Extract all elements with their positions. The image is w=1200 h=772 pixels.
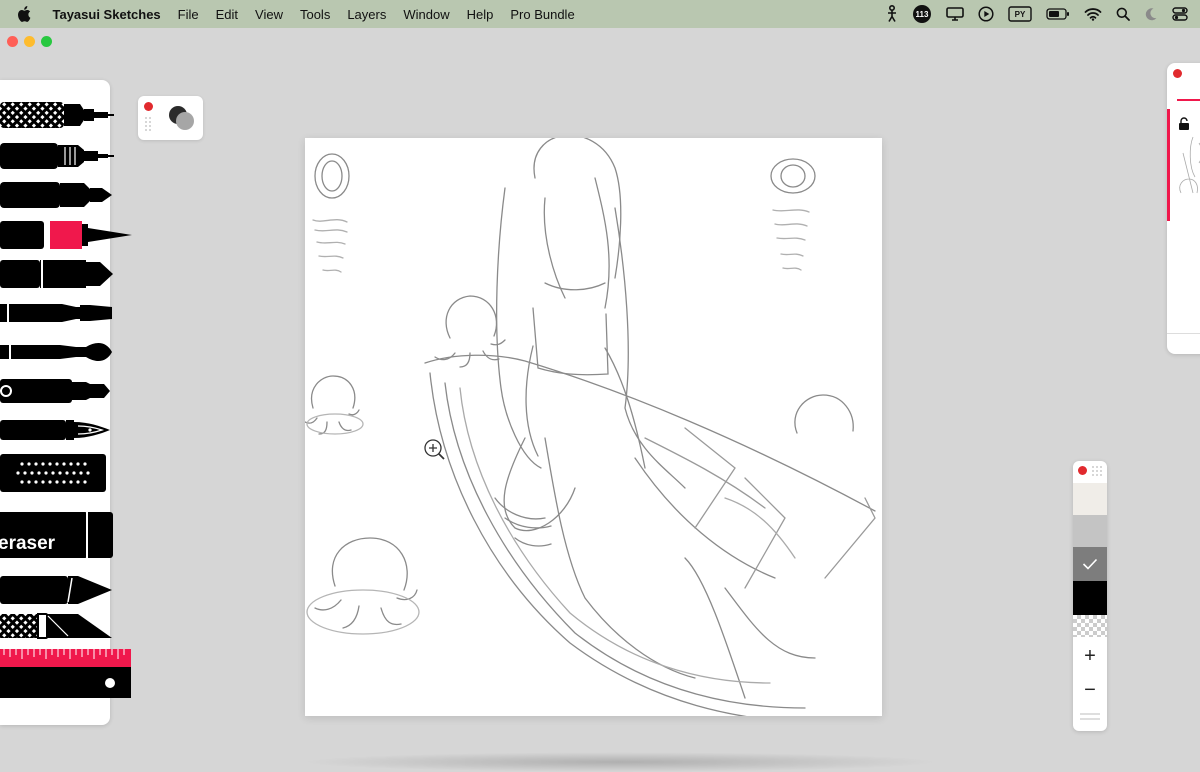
ruler-tool[interactable] — [0, 649, 132, 699]
spray-tool[interactable] — [0, 454, 115, 494]
eraser-tool[interactable]: eraser — [0, 512, 114, 558]
secondary-color-swatch[interactable] — [176, 112, 194, 130]
lock-icon — [1179, 117, 1189, 130]
play-circle-icon[interactable] — [978, 0, 994, 28]
swatch-mid-gray[interactable] — [1073, 547, 1107, 581]
pencil-tool[interactable] — [0, 376, 115, 406]
menu-bar: Tayasui Sketches File Edit View Tools La… — [0, 0, 1200, 28]
layers-accent-dot — [1173, 69, 1182, 78]
stick-figure-icon[interactable] — [886, 0, 898, 28]
drawing-canvas[interactable] — [304, 134, 882, 724]
cutter-tool[interactable] — [0, 612, 115, 640]
menu-tools[interactable]: Tools — [291, 7, 338, 22]
swatch-black[interactable] — [1073, 581, 1107, 615]
menu-app-name[interactable]: Tayasui Sketches — [44, 7, 169, 22]
apple-logo-icon[interactable] — [16, 6, 32, 22]
felt-pen-tool[interactable] — [0, 179, 115, 211]
layers-panel — [1167, 63, 1200, 354]
swatch-cream[interactable] — [1073, 483, 1107, 515]
crayon-tool[interactable] — [0, 574, 115, 606]
badge-icon[interactable]: 113 — [912, 0, 932, 28]
layers-top-bar — [1177, 99, 1200, 101]
search-icon[interactable] — [1116, 0, 1130, 28]
fountain-pen-tool[interactable] — [0, 415, 115, 445]
checkmark-icon — [1082, 558, 1098, 570]
tool-panel: eraser — [0, 80, 132, 725]
wifi-icon[interactable] — [1084, 0, 1102, 28]
brush-pen-tool[interactable] — [0, 218, 135, 252]
menu-help[interactable]: Help — [458, 7, 502, 22]
marker-tool[interactable] — [0, 258, 115, 290]
layer-thumbnail[interactable] — [1167, 109, 1200, 221]
add-color-label: + — [1084, 644, 1096, 667]
menu-view[interactable]: View — [247, 7, 292, 22]
paint-brush-tool[interactable] — [0, 298, 115, 328]
palette-accent-dot — [1078, 466, 1087, 475]
battery-icon[interactable] — [1046, 0, 1070, 28]
menu-edit[interactable]: Edit — [207, 7, 246, 22]
window-zoom-button[interactable] — [41, 36, 52, 47]
control-center-icon[interactable] — [1172, 0, 1188, 28]
add-color-button[interactable]: + — [1073, 639, 1107, 673]
swatch-light-gray[interactable] — [1073, 515, 1107, 547]
layer-selected-indicator — [1167, 109, 1170, 221]
accent-dot — [144, 102, 153, 111]
canvas-shadow — [300, 752, 940, 772]
display-icon[interactable] — [946, 0, 964, 28]
py-label: PY — [1014, 9, 1026, 19]
remove-color-button[interactable]: − — [1073, 673, 1107, 707]
color-palette: + − — [1073, 461, 1107, 731]
palette-handle-icon[interactable] — [1079, 711, 1101, 723]
menu-window[interactable]: Window — [395, 7, 458, 22]
moon-icon[interactable] — [1144, 0, 1158, 28]
layers-divider — [1167, 333, 1200, 334]
menu-pro-bundle[interactable]: Pro Bundle — [502, 7, 583, 22]
zoom-plus-icon — [424, 439, 445, 460]
badge-count: 113 — [915, 9, 929, 19]
eraser-label: eraser — [0, 533, 56, 554]
window-minimize-button[interactable] — [24, 36, 35, 47]
watercolor-brush-tool[interactable] — [0, 337, 115, 367]
window-close-button[interactable] — [7, 36, 18, 47]
dotted-grip-icon — [145, 117, 151, 131]
palette-grip-icon — [1092, 466, 1102, 476]
color-picker-widget[interactable] — [138, 96, 203, 140]
fineliner-tool[interactable] — [0, 98, 115, 132]
swatch-transparent[interactable] — [1073, 615, 1107, 637]
menu-file[interactable]: File — [169, 7, 207, 22]
technical-pen-tool[interactable] — [0, 140, 115, 172]
menu-layers[interactable]: Layers — [339, 7, 395, 22]
py-icon[interactable]: PY — [1008, 0, 1032, 28]
sketch-artwork — [304, 134, 876, 724]
remove-color-label: − — [1084, 678, 1096, 701]
